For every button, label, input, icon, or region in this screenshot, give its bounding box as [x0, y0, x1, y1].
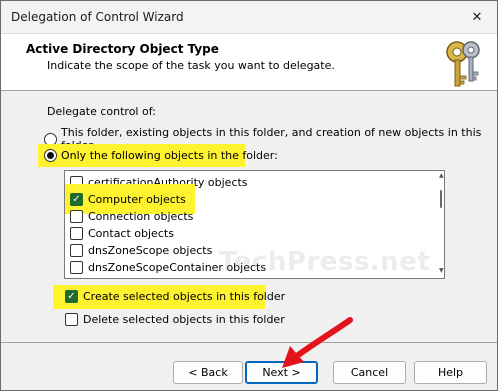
wizard-window: Delegation of Control Wizard ✕ Active Di…: [0, 0, 498, 391]
checkbox[interactable]: [70, 210, 83, 223]
list-item-label: dnsZoneScope objects: [88, 244, 213, 257]
list-item[interactable]: Computer objects: [70, 191, 186, 208]
radio-only-following[interactable]: Only the following objects in the folder…: [44, 149, 278, 162]
list-item-label: Connection objects: [88, 210, 194, 223]
list-item-label: Contact objects: [88, 227, 174, 240]
wizard-footer: < Back Next > Cancel Help: [1, 342, 497, 390]
scroll-up-icon[interactable]: ▲: [439, 172, 444, 179]
list-scrollbar[interactable]: ▲ ▼: [439, 171, 444, 278]
wizard-header: Active Directory Object Type Indicate th…: [1, 33, 497, 91]
watermark: TechPress.net: [219, 247, 431, 277]
close-icon[interactable]: ✕: [459, 1, 495, 33]
wizard-body: Delegate control of: This folder, existi…: [1, 92, 497, 342]
create-selected-checkbox-row[interactable]: Create selected objects in this folder: [65, 290, 285, 303]
checkbox[interactable]: [70, 244, 83, 257]
header-subtitle: Indicate the scope of the task you want …: [47, 59, 335, 72]
checkbox-checked[interactable]: [65, 290, 78, 303]
header-title: Active Directory Object Type: [26, 42, 219, 56]
checkbox[interactable]: [70, 227, 83, 240]
checkbox[interactable]: [70, 261, 83, 274]
radio-label: Only the following objects in the folder…: [61, 149, 278, 162]
list-item[interactable]: Contact objects: [70, 225, 174, 242]
checkbox[interactable]: [65, 313, 78, 326]
delegate-label: Delegate control of:: [47, 105, 156, 118]
radio-button-selected[interactable]: [44, 149, 57, 162]
keys-icon: [446, 41, 480, 87]
list-item-label: Computer objects: [88, 193, 186, 206]
help-button[interactable]: Help: [414, 361, 487, 384]
delete-selected-checkbox-row[interactable]: Delete selected objects in this folder: [65, 313, 285, 326]
create-selected-label: Create selected objects in this folder: [83, 290, 286, 303]
scroll-thumb[interactable]: [440, 190, 442, 208]
window-title: Delegation of Control Wizard: [11, 10, 184, 24]
scroll-down-icon[interactable]: ▼: [439, 267, 444, 274]
checkbox-checked[interactable]: [70, 193, 83, 206]
annotation-arrow-icon: [282, 317, 353, 368]
delete-selected-label: Delete selected objects in this folder: [83, 313, 285, 326]
title-bar: Delegation of Control Wizard ✕: [1, 1, 497, 33]
list-item[interactable]: Connection objects: [70, 208, 193, 225]
list-item[interactable]: dnsZoneScope objects: [70, 242, 212, 259]
back-button[interactable]: < Back: [173, 361, 243, 384]
